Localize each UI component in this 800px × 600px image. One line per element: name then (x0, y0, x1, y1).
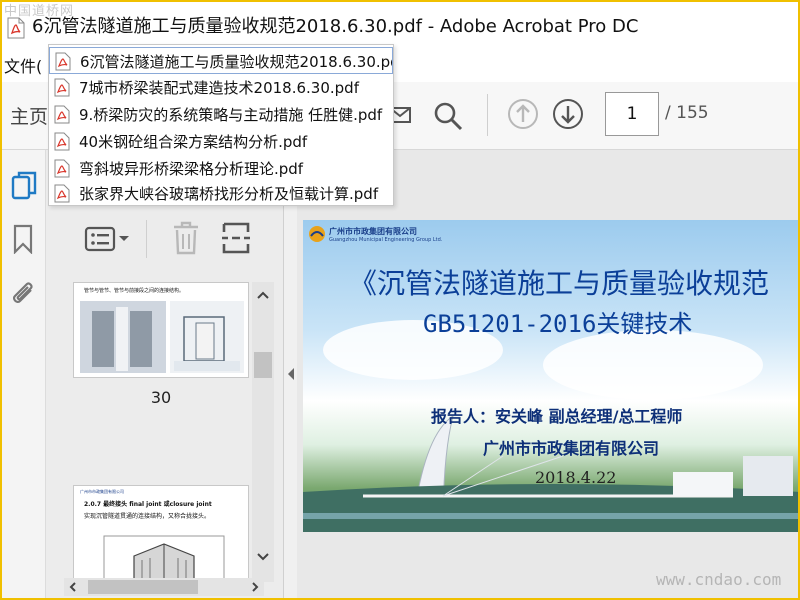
slide-reporter: 报告人：安关峰 副总经理/总工程师 (431, 407, 683, 426)
recent-file-label: 9.桥梁防灾的系统策略与主动措施 任胜健.pdf (79, 106, 383, 124)
page-thumbnail[interactable]: 广州市市政集团有限公司 2.0.7 最终接头 final joint 或clos… (73, 485, 249, 587)
next-page-icon[interactable] (552, 98, 584, 130)
thumbnail-toolbar (46, 214, 284, 266)
recent-file-item[interactable]: 6沉管法隧道施工与质量验收规范2018.6.30.pdf (49, 47, 393, 74)
slide-title-line2: GB51201-2016关键技术 (423, 310, 693, 338)
scroll-down-icon[interactable] (256, 552, 270, 562)
recent-file-item[interactable]: 张家界大峡谷玻璃桥找形分析及恒载计算.pdf (49, 180, 393, 207)
thumbnail-options-icon[interactable] (84, 224, 130, 254)
document-view[interactable]: 广州市市政集团有限公司 Guangzhou Municipal Engineer… (297, 150, 800, 600)
attachment-icon[interactable] (9, 278, 39, 308)
thumbnail-list: 管节与管节、管节与前接段之间的连接结构。 30 广州市市政集团有限公司 2.0.… (46, 282, 256, 587)
thumbnail-toolbar-separator (146, 220, 147, 258)
pdf-file-icon (55, 52, 71, 71)
thumbnail-text: 实现沉管隧道贯通的连接结构，又称合拢接头。 (84, 513, 211, 520)
company-logo-icon (309, 226, 325, 242)
recent-file-label: 7城市桥梁装配式建造技术2018.6.30.pdf (79, 79, 359, 97)
pdf-file-icon (54, 184, 70, 203)
toolbar-separator (487, 94, 488, 136)
extract-pages-icon[interactable] (220, 220, 252, 256)
recent-file-label: 40米钢砼组合梁方案结构分析.pdf (79, 133, 308, 151)
recent-file-label: 6沉管法隧道施工与质量验收规范2018.6.30.pdf (80, 53, 393, 71)
page-total-count: / 155 (665, 103, 709, 123)
thumbnail-vertical-scrollbar[interactable] (252, 282, 274, 582)
horizontal-scroll-thumb[interactable] (88, 580, 198, 594)
navigation-rail (0, 150, 46, 600)
vertical-scroll-thumb[interactable] (254, 352, 272, 378)
thumbnail-horizontal-scrollbar[interactable] (64, 578, 264, 596)
collapse-panel-icon[interactable] (286, 366, 296, 382)
thumbnail-panel: 管节与管节、管节与前接段之间的连接结构。 30 广州市市政集团有限公司 2.0.… (46, 150, 284, 600)
acrobat-document-icon (7, 17, 25, 39)
previous-page-icon[interactable] (507, 98, 539, 130)
window-title: 6沉管法隧道施工与质量验收规范2018.6.30.pdf - Adobe Acr… (32, 16, 639, 37)
title-bar: 中国道桥网 6沉管法隧道施工与质量验收规范2018.6.30.pdf - Ado… (0, 0, 800, 46)
thumbnail-heading: 管节与管节、管节与前接段之间的连接结构。 (84, 288, 185, 294)
thumbnail-logo: 广州市市政集团有限公司 (80, 489, 124, 494)
pdf-page-slide: 广州市市政集团有限公司 Guangzhou Municipal Engineer… (303, 220, 800, 532)
menu-file[interactable]: 文件( (4, 53, 42, 77)
scroll-right-icon[interactable] (250, 581, 260, 593)
recent-file-item[interactable]: 7城市桥梁装配式建造技术2018.6.30.pdf (49, 74, 393, 101)
scroll-left-icon[interactable] (68, 581, 78, 593)
cloud-decoration (543, 330, 763, 400)
recent-file-label: 弯斜坡异形桥梁梁格分析理论.pdf (79, 160, 304, 178)
pdf-file-icon (54, 132, 70, 151)
slide-date: 2018.4.22 (535, 468, 617, 487)
recent-file-label: 张家界大峡谷玻璃桥找形分析及恒载计算.pdf (79, 185, 379, 203)
thumbnail-heading: 2.0.7 最终接头 final joint 或closure joint (84, 501, 212, 508)
trash-icon[interactable] (170, 220, 202, 256)
pdf-file-icon (54, 105, 70, 124)
recent-file-item[interactable]: 9.桥梁防灾的系统策略与主动措施 任胜健.pdf (49, 101, 393, 128)
recent-files-dropdown: 6沉管法隧道施工与质量验收规范2018.6.30.pdf 7城市桥梁装配式建造技… (48, 44, 394, 206)
thumbnail-page-number: 30 (150, 388, 172, 407)
search-icon[interactable] (432, 100, 464, 132)
site-watermark-bottom: www.cndao.com (656, 570, 782, 589)
slide-company: 广州市市政集团有限公司 (483, 439, 660, 458)
scroll-up-icon[interactable] (256, 290, 270, 300)
recent-file-item[interactable]: 弯斜坡异形桥梁梁格分析理论.pdf (49, 155, 393, 182)
tunnel-joint-drawing (80, 301, 244, 373)
bookmark-icon[interactable] (12, 224, 34, 254)
page-thumbnail[interactable]: 管节与管节、管节与前接段之间的连接结构。 (73, 282, 249, 378)
page-number-input[interactable]: 1 (605, 92, 659, 136)
pdf-file-icon (54, 78, 70, 97)
page-thumbnails-icon[interactable] (10, 170, 38, 202)
company-logo-name: 广州市市政集团有限公司 (329, 227, 417, 236)
slide-title-line1: 《沉管法隧道施工与质量验收规范 (349, 267, 770, 300)
company-logo-subtitle: Guangzhou Municipal Engineering Group Lt… (329, 237, 443, 243)
recent-file-item[interactable]: 40米钢砼组合梁方案结构分析.pdf (49, 128, 393, 155)
pdf-file-icon (54, 159, 70, 178)
tab-home[interactable]: 主页 (10, 102, 48, 129)
